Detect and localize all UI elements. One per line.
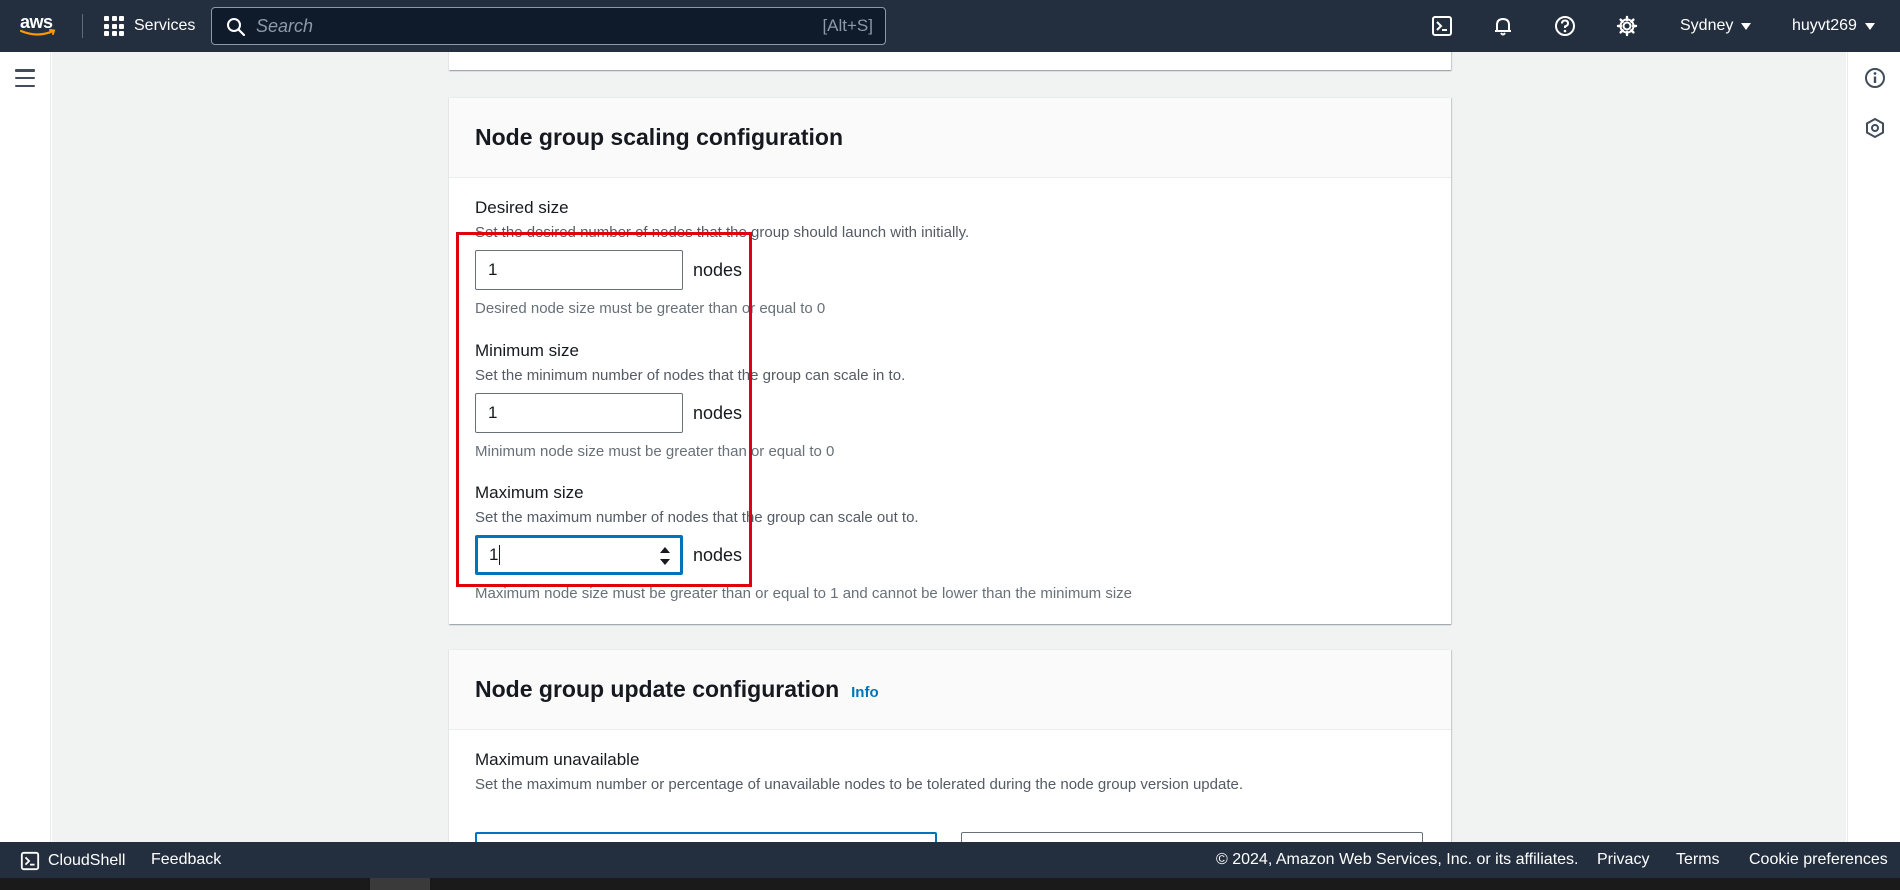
search-input[interactable] — [256, 8, 756, 44]
left-side-navigation-rail — [0, 52, 51, 842]
maximum-size-field: Maximum size Set the maximum number of n… — [475, 483, 1132, 602]
minimum-size-value: 1 — [488, 403, 498, 422]
search-icon — [227, 18, 246, 37]
desired-size-unit: nodes — [693, 259, 743, 280]
bell-icon[interactable] — [1491, 14, 1515, 38]
region-selector[interactable]: Sydney — [1680, 14, 1752, 38]
desired-size-constraint: Desired node size must be greater than o… — [475, 300, 826, 317]
minimum-size-constraint: Minimum node size must be greater than o… — [475, 443, 835, 460]
minimum-size-description: Set the minimum number of nodes that the… — [475, 367, 906, 384]
max-unavailable-field: Maximum unavailable Set the maximum numb… — [475, 750, 1243, 793]
services-label: Services — [134, 17, 196, 34]
desired-size-value: 1 — [488, 260, 498, 279]
menu-hamburger-icon[interactable] — [15, 69, 35, 87]
max-unavailable-option-number[interactable] — [475, 832, 937, 842]
tools-hexagon-icon[interactable] — [1864, 117, 1886, 144]
spin-up-icon[interactable] — [660, 547, 670, 553]
update-section-title: Node group update configuration — [475, 676, 840, 702]
copyright-text: © 2024, Amazon Web Services, Inc. or its… — [1216, 851, 1579, 868]
max-unavailable-description: Set the maximum number or percentage of … — [475, 776, 1243, 793]
region-label: Sydney — [1680, 17, 1734, 34]
cookie-preferences-link[interactable]: Cookie preferences — [1749, 851, 1888, 869]
taskbar-tab — [370, 878, 430, 890]
minimum-size-label: Minimum size — [475, 341, 579, 360]
max-unavailable-option-percentage[interactable] — [961, 832, 1423, 842]
text-cursor — [499, 545, 501, 565]
account-username: huyvt269 — [1792, 17, 1857, 34]
minimum-size-input[interactable]: 1 — [475, 393, 683, 433]
scaling-configuration-card: Node group scaling configuration Desired… — [449, 97, 1451, 624]
feedback-link[interactable]: Feedback — [151, 851, 221, 869]
services-menu-button[interactable]: Services — [104, 14, 195, 38]
cloudshell-icon[interactable] — [1430, 14, 1454, 38]
info-link[interactable]: Info — [851, 684, 879, 701]
taskbar-strip — [0, 878, 1900, 890]
main-content: Node group scaling configuration Desired… — [52, 52, 1846, 842]
cloudshell-button[interactable]: CloudShell — [20, 851, 125, 871]
desired-size-field: Desired size Set the desired number of n… — [475, 198, 969, 317]
desired-size-label: Desired size — [475, 198, 569, 217]
number-spinner[interactable] — [659, 547, 671, 565]
minimum-size-unit: nodes — [693, 402, 743, 423]
desired-size-description: Set the desired number of nodes that the… — [475, 224, 970, 241]
account-menu[interactable]: huyvt269 — [1792, 14, 1875, 38]
cloudshell-label: CloudShell — [48, 852, 126, 869]
aws-logo[interactable]: aws — [20, 12, 62, 40]
update-card-header: Node group update configuration Info — [449, 650, 1451, 730]
help-icon[interactable] — [1553, 14, 1577, 38]
search-box[interactable]: [Alt+S] — [211, 7, 886, 45]
gear-icon[interactable] — [1615, 14, 1639, 38]
previous-section-card — [449, 52, 1451, 70]
chevron-down-icon — [1741, 22, 1752, 30]
terms-link[interactable]: Terms — [1676, 851, 1720, 869]
console-footer: CloudShell Feedback © 2024, Amazon Web S… — [0, 842, 1900, 878]
privacy-link[interactable]: Privacy — [1597, 851, 1649, 869]
maximum-size-unit: nodes — [693, 544, 743, 565]
maximum-size-description: Set the maximum number of nodes that the… — [475, 509, 919, 526]
spin-down-icon[interactable] — [660, 559, 670, 565]
max-unavailable-options — [475, 832, 1423, 842]
chevron-down-icon — [1864, 22, 1875, 30]
cloudshell-icon — [20, 851, 40, 871]
right-side-tools-rail — [1847, 52, 1900, 842]
apps-grid-icon — [104, 16, 124, 36]
aws-logo-text: aws — [20, 12, 53, 32]
scaling-card-header: Node group scaling configuration — [449, 98, 1451, 178]
nav-divider — [82, 14, 83, 38]
update-configuration-card: Node group update configuration Info Max… — [449, 649, 1451, 842]
minimum-size-field: Minimum size Set the minimum number of n… — [475, 341, 905, 460]
max-unavailable-label: Maximum unavailable — [475, 750, 640, 769]
desired-size-input[interactable]: 1 — [475, 250, 683, 290]
maximum-size-value: 1 — [489, 545, 499, 564]
maximum-size-label: Maximum size — [475, 483, 584, 502]
top-navigation: aws Services [Alt+S] — [0, 0, 1900, 52]
scaling-section-title: Node group scaling configuration — [475, 124, 843, 150]
info-icon[interactable] — [1864, 67, 1886, 94]
search-shortcut: [Alt+S] — [822, 16, 873, 35]
maximum-size-constraint: Maximum node size must be greater than o… — [475, 585, 1133, 602]
maximum-size-input[interactable]: 1 — [475, 535, 683, 575]
